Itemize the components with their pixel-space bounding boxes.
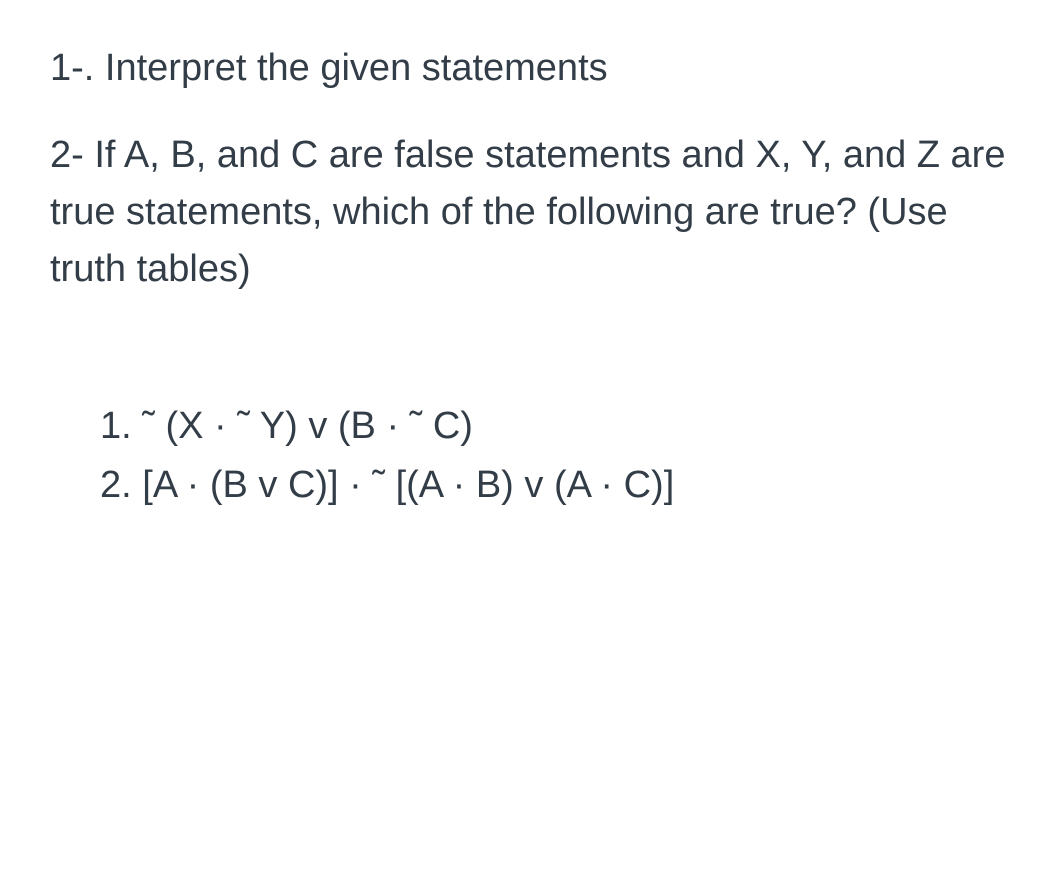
item-number-1: 1. bbox=[100, 405, 132, 447]
list-item: 2. [A · (B v C)] · ˜ [(A · B) v (A · C)] bbox=[100, 457, 1009, 514]
item-number-2: 2. bbox=[100, 464, 132, 506]
question-1-heading: 1-. Interpret the given statements bbox=[50, 40, 1009, 97]
logic-statement-2: [A · (B v C)] · ˜ [(A · B) v (A · C)] bbox=[142, 464, 674, 506]
question-2-text: 2- If A, B, and C are false statements a… bbox=[50, 127, 1009, 298]
statement-list: 1. ˜ (X · ˜ Y) v (B · ˜ C) 2. [A · (B v … bbox=[50, 398, 1009, 514]
logic-statement-1: ˜ (X · ˜ Y) v (B · ˜ C) bbox=[142, 405, 473, 447]
list-item: 1. ˜ (X · ˜ Y) v (B · ˜ C) bbox=[100, 398, 1009, 455]
